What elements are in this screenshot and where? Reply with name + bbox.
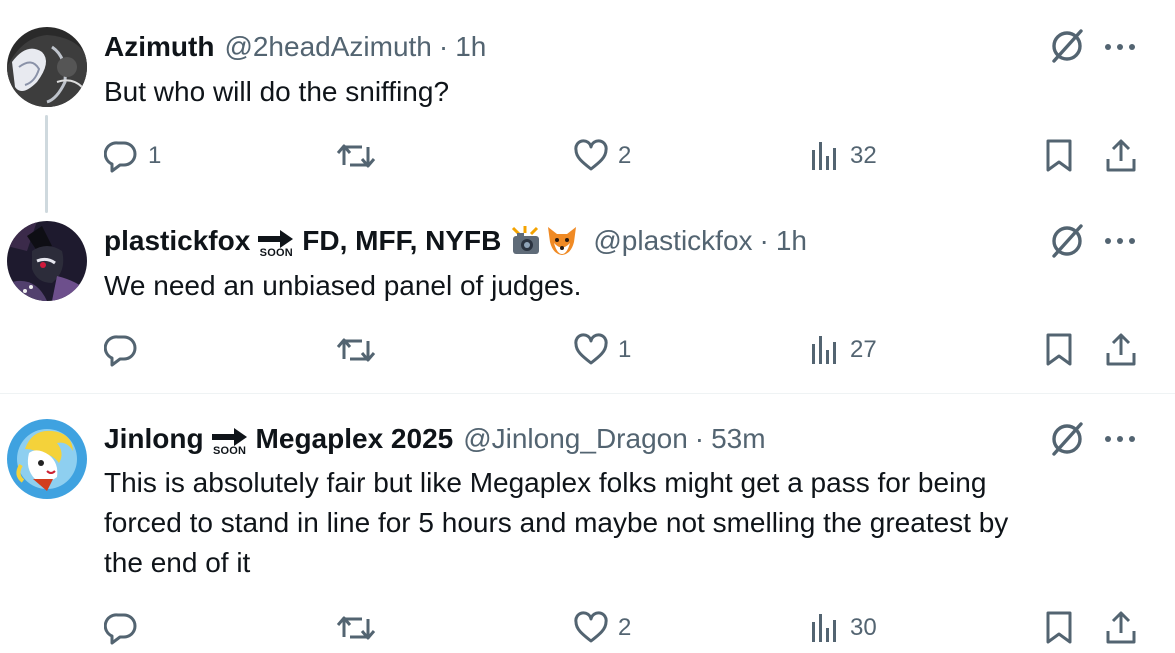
tweet-azimuth[interactable]: Azimuth @2headAzimuth · 1h But who will … bbox=[0, 0, 1175, 213]
view-count: 27 bbox=[850, 336, 877, 363]
reply-icon bbox=[104, 613, 137, 645]
bookmark-icon bbox=[1046, 333, 1072, 366]
like-button[interactable]: 2 bbox=[574, 136, 631, 176]
reply-button[interactable] bbox=[104, 330, 148, 370]
share-icon bbox=[1106, 611, 1136, 644]
timestamp[interactable]: 1h bbox=[776, 225, 807, 257]
grok-icon[interactable] bbox=[1048, 222, 1086, 260]
more-icon[interactable] bbox=[1104, 37, 1136, 57]
share-icon bbox=[1106, 333, 1136, 366]
tweet-text: We need an unbiased panel of judges. bbox=[104, 270, 582, 301]
bookmark-button[interactable] bbox=[1045, 136, 1073, 176]
reply-icon bbox=[104, 141, 137, 173]
tweet-jinlong[interactable]: Jinlong SOON Megaplex 2025 @Jinlong_Drag… bbox=[0, 394, 1175, 653]
like-button[interactable]: 1 bbox=[574, 330, 631, 370]
tweet-header: Jinlong SOON Megaplex 2025 @Jinlong_Drag… bbox=[104, 421, 766, 457]
repost-button[interactable] bbox=[336, 608, 376, 648]
soon-label: SOON bbox=[212, 445, 247, 457]
separator-dot: · bbox=[759, 225, 769, 256]
display-name-suffix[interactable]: Megaplex 2025 bbox=[256, 423, 454, 455]
share-button[interactable] bbox=[1105, 608, 1137, 648]
avatar[interactable] bbox=[7, 27, 87, 107]
like-count: 1 bbox=[618, 336, 632, 363]
separator-dot: · bbox=[438, 31, 449, 62]
display-name[interactable]: plastickfox bbox=[104, 225, 250, 257]
tweet-text-line: the end of it bbox=[104, 547, 251, 578]
tweet-text-line: This is absolutely fair but like Megaple… bbox=[104, 467, 987, 498]
share-button[interactable] bbox=[1105, 136, 1137, 176]
repost-button[interactable] bbox=[336, 136, 376, 176]
tweet-plastickfox[interactable]: plastickfox SOON FD, MFF, NYFB @plastick… bbox=[0, 195, 1175, 393]
like-icon bbox=[574, 611, 608, 643]
like-icon bbox=[574, 139, 608, 171]
display-name-suffix[interactable]: FD, MFF, NYFB bbox=[302, 225, 501, 257]
avatar[interactable] bbox=[7, 221, 87, 301]
like-icon bbox=[574, 333, 608, 365]
grok-icon[interactable] bbox=[1048, 420, 1086, 458]
tweet-header: plastickfox SOON FD, MFF, NYFB @plastick… bbox=[104, 223, 807, 259]
grok-icon[interactable] bbox=[1048, 27, 1086, 65]
reply-icon bbox=[104, 335, 137, 367]
repost-button[interactable] bbox=[336, 330, 376, 370]
views-icon bbox=[812, 614, 836, 642]
tweet-text: But who will do the sniffing? bbox=[104, 76, 450, 107]
tweet-text: This is absolutely fair but like Megaple… bbox=[104, 463, 1114, 583]
view-count: 30 bbox=[850, 614, 877, 641]
repost-icon bbox=[336, 144, 376, 168]
soon-arrow-icon: SOON bbox=[258, 229, 294, 259]
views-button[interactable]: 32 bbox=[810, 136, 877, 176]
tweet-header: Azimuth @2headAzimuth · 1h bbox=[104, 29, 486, 65]
share-icon bbox=[1106, 139, 1136, 172]
like-count: 2 bbox=[618, 614, 632, 641]
action-bar: 1 2 32 bbox=[0, 136, 1175, 176]
view-count: 32 bbox=[850, 142, 877, 169]
bookmark-button[interactable] bbox=[1045, 330, 1073, 370]
handle[interactable]: @2headAzimuth bbox=[224, 31, 431, 63]
bookmark-icon bbox=[1046, 139, 1072, 172]
more-icon[interactable] bbox=[1104, 231, 1136, 251]
bookmark-button[interactable] bbox=[1045, 608, 1073, 648]
action-bar: 1 27 bbox=[0, 330, 1175, 370]
like-button[interactable]: 2 bbox=[574, 608, 631, 648]
handle[interactable]: @Jinlong_Dragon bbox=[463, 423, 688, 455]
bookmark-icon bbox=[1046, 611, 1072, 644]
fox-emoji bbox=[545, 224, 579, 258]
more-icon[interactable] bbox=[1104, 429, 1136, 449]
avatar[interactable] bbox=[7, 419, 87, 499]
soon-arrow-icon: SOON bbox=[211, 427, 248, 457]
repost-icon bbox=[336, 616, 376, 640]
views-button[interactable]: 30 bbox=[810, 608, 877, 648]
display-name[interactable]: Azimuth bbox=[104, 31, 214, 63]
reply-button[interactable] bbox=[104, 608, 148, 648]
handle[interactable]: @plastickfox bbox=[593, 225, 752, 257]
repost-icon bbox=[336, 338, 376, 362]
camera-flash-emoji bbox=[509, 224, 543, 258]
reply-button[interactable]: 1 bbox=[104, 136, 161, 176]
tweet-text-line: forced to stand in line for 5 hours and … bbox=[104, 507, 1009, 538]
like-count: 2 bbox=[618, 142, 632, 169]
timestamp[interactable]: 1h bbox=[455, 31, 486, 63]
separator-dot: · bbox=[694, 423, 705, 454]
display-name[interactable]: Jinlong bbox=[104, 423, 204, 455]
reply-count: 1 bbox=[148, 142, 162, 169]
views-button[interactable]: 27 bbox=[810, 330, 877, 370]
timestamp[interactable]: 53m bbox=[711, 423, 765, 455]
share-button[interactable] bbox=[1105, 330, 1137, 370]
views-icon bbox=[812, 142, 836, 170]
action-bar: 2 30 bbox=[0, 608, 1175, 648]
soon-label: SOON bbox=[259, 247, 293, 259]
views-icon bbox=[812, 336, 836, 364]
